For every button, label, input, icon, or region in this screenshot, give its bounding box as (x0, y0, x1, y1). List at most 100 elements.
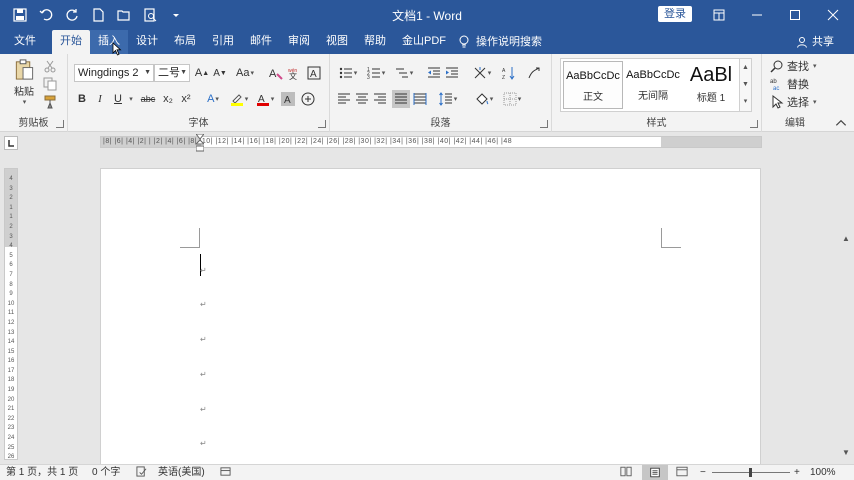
strikethrough-button[interactable]: abc (138, 90, 158, 108)
style-normal[interactable]: AaBbCcDc 正文 (563, 61, 623, 109)
distributed-icon[interactable] (412, 90, 428, 108)
read-mode-icon[interactable] (620, 465, 632, 480)
align-right-icon[interactable] (372, 90, 388, 108)
chevron-down-icon: ▼ (180, 69, 187, 76)
replace-button[interactable]: ab ac 替换 (770, 76, 826, 92)
clipboard-dialog-launcher[interactable] (56, 120, 64, 128)
gallery-more-icon[interactable]: ▾ (740, 93, 751, 110)
indent-marker[interactable] (196, 134, 204, 152)
share-button[interactable]: 共享 (796, 30, 834, 54)
numbering-icon[interactable]: 1 2 3 ▾ (364, 64, 388, 82)
underline-options-icon[interactable]: ▾ (127, 90, 135, 108)
scroll-down-icon[interactable]: ▼ (740, 76, 751, 93)
sort-icon[interactable]: AZ (500, 64, 518, 82)
find-label: 查找 (787, 61, 809, 73)
macro-recording-icon[interactable] (220, 465, 231, 480)
word-count[interactable]: 0 个字 (92, 465, 120, 480)
svg-text:A: A (502, 68, 506, 74)
ribbon-display-options-icon[interactable] (700, 0, 738, 30)
asian-layout-icon[interactable]: ▾ (470, 64, 494, 82)
multilevel-list-icon[interactable]: ▾ (392, 64, 416, 82)
style-no-spacing[interactable]: AaBbCcDc 无间隔 (623, 61, 683, 109)
phonetic-guide-icon[interactable]: wén 文 (286, 64, 302, 82)
print-layout-icon[interactable] (642, 465, 668, 480)
underline-button[interactable]: U (110, 90, 126, 108)
character-shading-icon[interactable]: A (280, 90, 296, 108)
close-icon[interactable] (814, 0, 852, 30)
subscript-button[interactable]: x₂ (160, 90, 176, 108)
increase-indent-icon[interactable] (444, 64, 460, 82)
style-name: 标题 1 (696, 93, 726, 104)
tab-kingsoft-pdf[interactable]: 金山PDF (394, 30, 454, 54)
web-layout-icon[interactable] (676, 465, 688, 480)
zoom-level[interactable]: 100% (810, 465, 836, 480)
page-count[interactable]: 第 1 页，共 1 页 (6, 465, 78, 480)
find-button[interactable]: 查找 ▾ (770, 58, 826, 74)
tab-insert[interactable]: 插入 (90, 30, 128, 54)
decrease-indent-icon[interactable] (426, 64, 442, 82)
superscript-button[interactable]: x² (178, 90, 194, 108)
vertical-ruler[interactable]: 4 3 2 1 1 2 3 4 5 6 7 8 9 10 11 12 13 14 15 16 17 18 19 20 21 22 2… (4, 168, 18, 460)
vertical-ruler-number: 23 (7, 425, 15, 432)
tab-review[interactable]: 审阅 (280, 30, 318, 54)
borders-icon[interactable]: ▾ (500, 90, 524, 108)
tab-design[interactable]: 设计 (128, 30, 166, 54)
select-button[interactable]: 选择 ▾ (770, 94, 826, 110)
line-spacing-icon[interactable]: ▾ (436, 90, 460, 108)
tab-layout[interactable]: 布局 (166, 30, 204, 54)
tell-me-search[interactable]: 操作说明搜索 (458, 30, 542, 54)
clear-formatting-icon[interactable]: A (268, 64, 284, 82)
scroll-up-icon[interactable]: ▲ (740, 59, 751, 76)
font-size-combo[interactable]: 二号 ▼ (154, 64, 190, 82)
tab-file[interactable]: 文件 (6, 30, 44, 54)
format-painter-icon[interactable] (42, 94, 58, 110)
collapse-ribbon-icon[interactable] (834, 118, 848, 128)
paragraph-dialog-launcher[interactable] (540, 120, 548, 128)
font-dialog-launcher[interactable] (318, 120, 326, 128)
shrink-font-icon[interactable]: A ▼ (212, 64, 228, 82)
shading-icon[interactable]: ▾ (472, 90, 496, 108)
bold-button[interactable]: B (74, 90, 90, 108)
tab-help[interactable]: 帮助 (356, 30, 394, 54)
zoom-in-button[interactable]: + (794, 465, 800, 480)
language-indicator[interactable]: 英语(美国) (158, 465, 205, 480)
enclose-characters-icon[interactable] (300, 90, 316, 108)
align-left-icon[interactable] (336, 90, 352, 108)
character-border-icon[interactable]: A (306, 64, 322, 82)
scroll-up-icon[interactable]: ▲ (841, 234, 851, 244)
text-effects-icon[interactable]: A ▾ (202, 90, 224, 108)
font-color-icon[interactable]: A ▾ (254, 90, 276, 108)
style-heading-1[interactable]: AaBl 标题 1 (683, 61, 739, 109)
document-page[interactable] (100, 168, 761, 464)
show-marks-icon[interactable] (526, 64, 542, 82)
tab-mailings[interactable]: 邮件 (242, 30, 280, 54)
login-button[interactable]: 登录 (658, 6, 692, 22)
zoom-out-button[interactable]: − (700, 465, 706, 480)
scroll-down-icon[interactable]: ▼ (841, 448, 851, 458)
paste-button[interactable]: 粘贴 ▾ (10, 58, 38, 106)
minimize-icon[interactable] (738, 0, 776, 30)
zoom-slider-thumb[interactable] (749, 468, 752, 477)
tab-home[interactable]: 开始 (52, 30, 90, 54)
align-center-icon[interactable] (354, 90, 370, 108)
tab-references[interactable]: 引用 (204, 30, 242, 54)
vertical-ruler-number: 11 (7, 310, 15, 317)
tab-view[interactable]: 视图 (318, 30, 356, 54)
gallery-scrollbar[interactable]: ▲ ▼ ▾ (739, 59, 751, 111)
tab-selector[interactable] (4, 136, 18, 150)
maximize-icon[interactable] (776, 0, 814, 30)
font-name-combo[interactable]: Wingdings 2 ▼ (74, 64, 154, 82)
styles-dialog-launcher[interactable] (750, 120, 758, 128)
paragraph-mark: ↵ (200, 405, 207, 414)
justify-icon[interactable] (392, 90, 410, 108)
grow-font-icon[interactable]: A ▲ (194, 64, 210, 82)
cut-icon[interactable] (42, 58, 58, 74)
italic-button[interactable]: I (92, 90, 108, 108)
bullets-icon[interactable]: ▾ (336, 64, 360, 82)
mouse-pointer-icon (112, 42, 122, 56)
copy-icon[interactable] (42, 76, 58, 92)
vertical-scrollbar[interactable]: ▲ ▼ (838, 152, 854, 464)
proofing-icon[interactable] (136, 465, 147, 480)
change-case-icon[interactable]: Aa ▾ (234, 64, 256, 82)
highlight-color-icon[interactable]: ▾ (228, 90, 250, 108)
